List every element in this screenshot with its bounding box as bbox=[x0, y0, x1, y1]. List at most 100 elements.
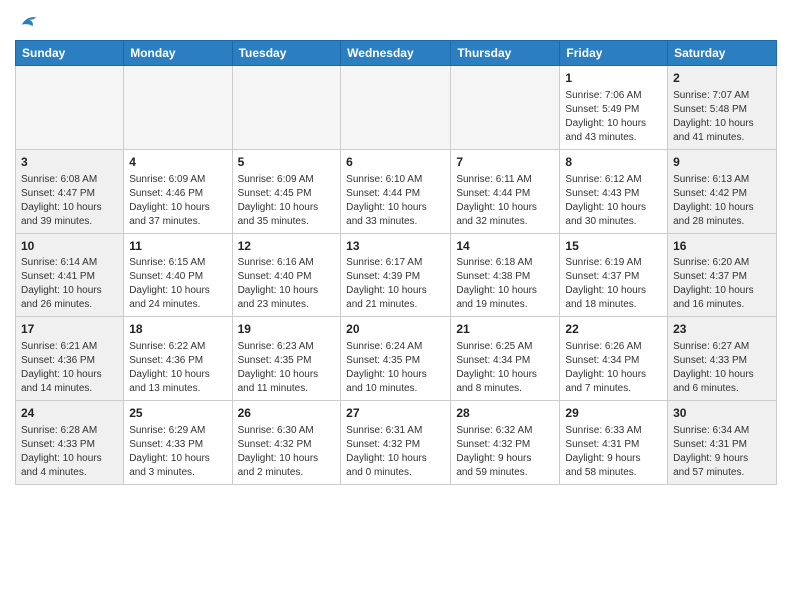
calendar-day-cell: 18 Sunrise: 6:22 AM Sunset: 4:36 PM Dayli… bbox=[124, 317, 232, 401]
calendar-day-cell: 4 Sunrise: 6:09 AM Sunset: 4:46 PM Daylig… bbox=[124, 149, 232, 233]
weekday-header-sunday: Sunday bbox=[16, 41, 124, 66]
day-info: Sunrise: 6:24 AM Sunset: 4:35 PM Dayligh… bbox=[346, 340, 445, 396]
day-number: 1 bbox=[565, 70, 662, 87]
weekday-header-tuesday: Tuesday bbox=[232, 41, 341, 66]
calendar-day-cell: 11Sunrise: 6:15 AM Sunset: 4:40 PM Dayli… bbox=[124, 233, 232, 317]
day-number: 29 bbox=[565, 405, 662, 422]
day-number: 23 bbox=[673, 321, 771, 338]
calendar-day-cell: 8Sunrise: 6:12 AM Sunset: 4:43 PM Daylig… bbox=[560, 149, 668, 233]
day-info: Sunrise: 7:07 AM Sunset: 5:48 PM Dayligh… bbox=[673, 89, 771, 145]
day-info: Sunrise: 6:25 AM Sunset: 4:34 PM Dayligh… bbox=[456, 340, 554, 396]
calendar-day-cell: 30Sunrise: 6:34 AM Sunset: 4:31 PM Dayli… bbox=[668, 401, 777, 485]
day-number: 17 bbox=[21, 321, 118, 338]
calendar-day-cell: 21 Sunrise: 6:25 AM Sunset: 4:34 PM Dayli… bbox=[451, 317, 560, 401]
day-info: Sunrise: 6:20 AM Sunset: 4:37 PM Dayligh… bbox=[673, 256, 771, 312]
day-info: Sunrise: 6:33 AM Sunset: 4:31 PM Dayligh… bbox=[565, 424, 662, 480]
day-info: Sunrise: 6:34 AM Sunset: 4:31 PM Dayligh… bbox=[673, 424, 771, 480]
day-number: 22 bbox=[565, 321, 662, 338]
day-info: Sunrise: 6:09 AM Sunset: 4:46 PM Dayligh… bbox=[129, 173, 226, 229]
day-number: 14 bbox=[456, 238, 554, 255]
day-number: 10 bbox=[21, 238, 118, 255]
calendar-day-cell: 2 Sunrise: 7:07 AM Sunset: 5:48 PM Daylig… bbox=[668, 66, 777, 150]
calendar-week-row: 1 Sunrise: 7:06 AM Sunset: 5:49 PM Daylig… bbox=[16, 66, 777, 150]
calendar-day-cell: 20 Sunrise: 6:24 AM Sunset: 4:35 PM Dayli… bbox=[341, 317, 451, 401]
calendar-day-cell: 6 Sunrise: 6:10 AM Sunset: 4:44 PM Daylig… bbox=[341, 149, 451, 233]
calendar-day-cell: 12Sunrise: 6:16 AM Sunset: 4:40 PM Dayli… bbox=[232, 233, 341, 317]
day-number: 8 bbox=[565, 154, 662, 171]
calendar-day-cell bbox=[341, 66, 451, 150]
day-number: 18 bbox=[129, 321, 226, 338]
day-number: 4 bbox=[129, 154, 226, 171]
day-info: Sunrise: 6:29 AM Sunset: 4:33 PM Dayligh… bbox=[129, 424, 226, 480]
day-number: 19 bbox=[238, 321, 336, 338]
calendar-day-cell: 26Sunrise: 6:30 AM Sunset: 4:32 PM Dayli… bbox=[232, 401, 341, 485]
day-info: Sunrise: 6:23 AM Sunset: 4:35 PM Dayligh… bbox=[238, 340, 336, 396]
calendar-day-cell: 9 Sunrise: 6:13 AM Sunset: 4:42 PM Daylig… bbox=[668, 149, 777, 233]
day-info: Sunrise: 7:06 AM Sunset: 5:49 PM Dayligh… bbox=[565, 89, 662, 145]
day-info: Sunrise: 6:22 AM Sunset: 4:36 PM Dayligh… bbox=[129, 340, 226, 396]
day-info: Sunrise: 6:13 AM Sunset: 4:42 PM Dayligh… bbox=[673, 173, 771, 229]
calendar-day-cell: 3Sunrise: 6:08 AM Sunset: 4:47 PM Daylig… bbox=[16, 149, 124, 233]
day-number: 3 bbox=[21, 154, 118, 171]
day-info: Sunrise: 6:21 AM Sunset: 4:36 PM Dayligh… bbox=[21, 340, 118, 396]
day-info: Sunrise: 6:28 AM Sunset: 4:33 PM Dayligh… bbox=[21, 424, 118, 480]
day-info: Sunrise: 6:19 AM Sunset: 4:37 PM Dayligh… bbox=[565, 256, 662, 312]
day-info: Sunrise: 6:32 AM Sunset: 4:32 PM Dayligh… bbox=[456, 424, 554, 480]
calendar-week-row: 24 Sunrise: 6:28 AM Sunset: 4:33 PM Dayli… bbox=[16, 401, 777, 485]
day-number: 21 bbox=[456, 321, 554, 338]
day-info: Sunrise: 6:30 AM Sunset: 4:32 PM Dayligh… bbox=[238, 424, 336, 480]
day-number: 20 bbox=[346, 321, 445, 338]
day-number: 24 bbox=[21, 405, 118, 422]
header-area bbox=[15, 10, 777, 32]
day-number: 13 bbox=[346, 238, 445, 255]
calendar-day-cell: 10Sunrise: 6:14 AM Sunset: 4:41 PM Dayli… bbox=[16, 233, 124, 317]
calendar-day-cell bbox=[16, 66, 124, 150]
day-info: Sunrise: 6:10 AM Sunset: 4:44 PM Dayligh… bbox=[346, 173, 445, 229]
calendar-week-row: 10Sunrise: 6:14 AM Sunset: 4:41 PM Dayli… bbox=[16, 233, 777, 317]
day-number: 6 bbox=[346, 154, 445, 171]
calendar-day-cell: 22 Sunrise: 6:26 AM Sunset: 4:34 PM Dayli… bbox=[560, 317, 668, 401]
calendar-day-cell: 16Sunrise: 6:20 AM Sunset: 4:37 PM Dayli… bbox=[668, 233, 777, 317]
calendar-week-row: 17 Sunrise: 6:21 AM Sunset: 4:36 PM Dayli… bbox=[16, 317, 777, 401]
calendar-day-cell: 1 Sunrise: 7:06 AM Sunset: 5:49 PM Daylig… bbox=[560, 66, 668, 150]
day-number: 7 bbox=[456, 154, 554, 171]
day-info: Sunrise: 6:09 AM Sunset: 4:45 PM Dayligh… bbox=[238, 173, 336, 229]
calendar-day-cell: 27 Sunrise: 6:31 AM Sunset: 4:32 PM Dayli… bbox=[341, 401, 451, 485]
weekday-header-saturday: Saturday bbox=[668, 41, 777, 66]
day-info: Sunrise: 6:26 AM Sunset: 4:34 PM Dayligh… bbox=[565, 340, 662, 396]
calendar-day-cell bbox=[451, 66, 560, 150]
weekday-header-monday: Monday bbox=[124, 41, 232, 66]
calendar-day-cell: 29 Sunrise: 6:33 AM Sunset: 4:31 PM Dayli… bbox=[560, 401, 668, 485]
day-number: 27 bbox=[346, 405, 445, 422]
logo-bird-icon bbox=[18, 10, 40, 32]
day-number: 2 bbox=[673, 70, 771, 87]
day-info: Sunrise: 6:14 AM Sunset: 4:41 PM Dayligh… bbox=[21, 256, 118, 312]
main-container: SundayMondayTuesdayWednesdayThursdayFrid… bbox=[0, 0, 792, 490]
calendar-day-cell: 25 Sunrise: 6:29 AM Sunset: 4:33 PM Dayli… bbox=[124, 401, 232, 485]
calendar-table: SundayMondayTuesdayWednesdayThursdayFrid… bbox=[15, 40, 777, 485]
weekday-header-thursday: Thursday bbox=[451, 41, 560, 66]
calendar-day-cell: 28 Sunrise: 6:32 AM Sunset: 4:32 PM Dayli… bbox=[451, 401, 560, 485]
calendar-day-cell: 13Sunrise: 6:17 AM Sunset: 4:39 PM Dayli… bbox=[341, 233, 451, 317]
calendar-day-cell: 19 Sunrise: 6:23 AM Sunset: 4:35 PM Dayli… bbox=[232, 317, 341, 401]
calendar-day-cell: 5 Sunrise: 6:09 AM Sunset: 4:45 PM Daylig… bbox=[232, 149, 341, 233]
calendar-day-cell: 7 Sunrise: 6:11 AM Sunset: 4:44 PM Daylig… bbox=[451, 149, 560, 233]
day-number: 28 bbox=[456, 405, 554, 422]
calendar-day-cell: 17 Sunrise: 6:21 AM Sunset: 4:36 PM Dayli… bbox=[16, 317, 124, 401]
day-number: 11 bbox=[129, 238, 226, 255]
weekday-header-wednesday: Wednesday bbox=[341, 41, 451, 66]
day-info: Sunrise: 6:31 AM Sunset: 4:32 PM Dayligh… bbox=[346, 424, 445, 480]
day-info: Sunrise: 6:11 AM Sunset: 4:44 PM Dayligh… bbox=[456, 173, 554, 229]
day-number: 16 bbox=[673, 238, 771, 255]
day-info: Sunrise: 6:27 AM Sunset: 4:33 PM Dayligh… bbox=[673, 340, 771, 396]
day-info: Sunrise: 6:15 AM Sunset: 4:40 PM Dayligh… bbox=[129, 256, 226, 312]
day-number: 25 bbox=[129, 405, 226, 422]
day-number: 9 bbox=[673, 154, 771, 171]
calendar-day-cell: 23 Sunrise: 6:27 AM Sunset: 4:33 PM Dayli… bbox=[668, 317, 777, 401]
day-number: 5 bbox=[238, 154, 336, 171]
calendar-day-cell bbox=[124, 66, 232, 150]
calendar-week-row: 3Sunrise: 6:08 AM Sunset: 4:47 PM Daylig… bbox=[16, 149, 777, 233]
weekday-header-friday: Friday bbox=[560, 41, 668, 66]
day-info: Sunrise: 6:18 AM Sunset: 4:38 PM Dayligh… bbox=[456, 256, 554, 312]
calendar-day-cell bbox=[232, 66, 341, 150]
